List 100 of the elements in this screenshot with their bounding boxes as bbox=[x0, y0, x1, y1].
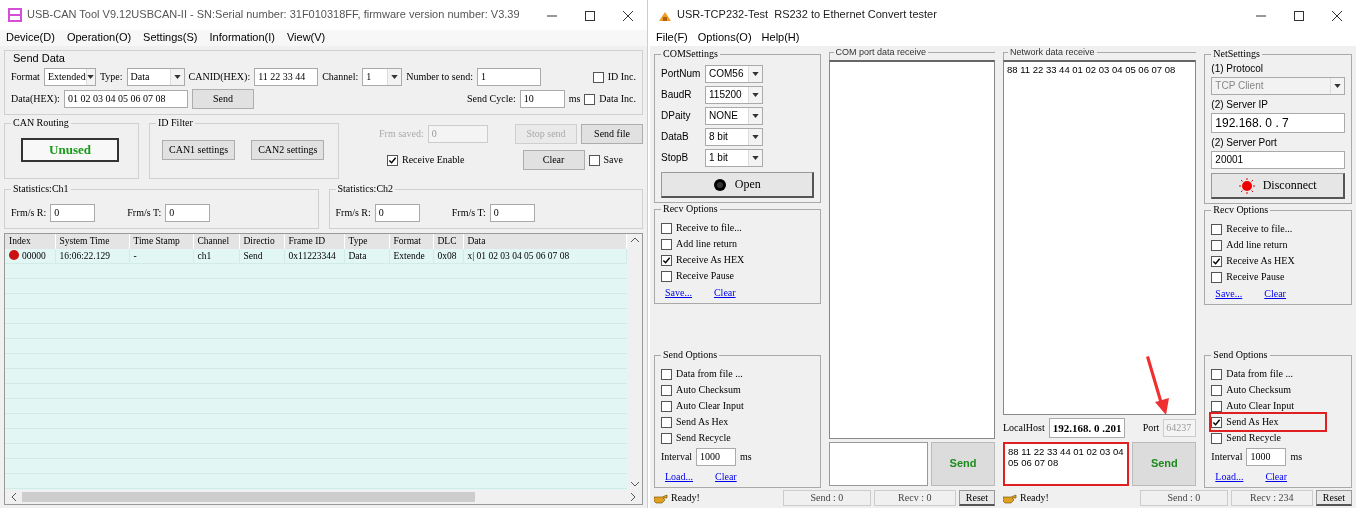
link[interactable]: Clear bbox=[713, 287, 736, 299]
checkbox-label[interactable]: Receive to file... bbox=[676, 222, 742, 234]
checkbox-label[interactable]: Save bbox=[603, 154, 623, 166]
menu-item[interactable]: File(F) bbox=[656, 31, 688, 45]
input-field[interactable]: 1000 bbox=[696, 448, 737, 466]
input-field[interactable]: 0 bbox=[489, 204, 535, 222]
close-icon[interactable] bbox=[1332, 8, 1342, 22]
checkbox-label[interactable]: Auto Clear Input bbox=[676, 400, 744, 412]
button[interactable]: Clear bbox=[522, 150, 585, 170]
checkbox-label[interactable]: Receive As HEX bbox=[676, 254, 745, 266]
link[interactable]: Save... bbox=[1215, 288, 1243, 300]
checkbox[interactable] bbox=[592, 71, 604, 83]
dropdown[interactable]: COM56 bbox=[705, 64, 763, 83]
checkbox[interactable] bbox=[588, 154, 600, 166]
input-field[interactable]: 192.168. 0 .201 bbox=[1048, 418, 1125, 438]
column-header[interactable]: Index bbox=[5, 234, 55, 249]
menu-item[interactable]: Help(H) bbox=[761, 31, 800, 45]
checkbox[interactable] bbox=[661, 416, 672, 428]
column-header[interactable]: Time Stamp bbox=[129, 234, 193, 249]
checkbox[interactable] bbox=[1211, 416, 1223, 428]
menu-item[interactable]: Information(I) bbox=[209, 31, 275, 45]
button[interactable]: CAN1 settings bbox=[162, 140, 236, 160]
column-header[interactable]: Channel bbox=[193, 234, 239, 249]
disconnect-button[interactable]: Disconnect bbox=[1211, 173, 1345, 199]
checkbox-label[interactable]: Data Inc. bbox=[599, 93, 636, 105]
menu-item[interactable]: Device(D) bbox=[6, 31, 55, 45]
send-field[interactable] bbox=[828, 442, 928, 486]
horizontal-scrollbar[interactable] bbox=[5, 490, 642, 504]
input-field[interactable]: 192.168. 0 . 7 bbox=[1211, 113, 1345, 133]
checkbox-label[interactable]: Send Recycle bbox=[676, 432, 731, 444]
checkbox[interactable] bbox=[661, 368, 672, 380]
checkbox[interactable] bbox=[584, 93, 596, 105]
checkbox-label[interactable]: Send As Hex bbox=[676, 416, 729, 428]
menu-item[interactable]: Settings(S) bbox=[143, 31, 198, 45]
scroll-down-icon[interactable] bbox=[630, 482, 639, 487]
checkbox-label[interactable]: Auto Clear Input bbox=[1226, 400, 1295, 412]
checkbox-label[interactable]: Send As Hex bbox=[1226, 416, 1279, 428]
checkbox[interactable] bbox=[387, 154, 398, 166]
checkbox[interactable] bbox=[661, 432, 672, 444]
checkbox[interactable] bbox=[661, 238, 672, 250]
dropdown[interactable]: 8 bit bbox=[705, 127, 763, 146]
checkbox-label[interactable]: Auto Checksum bbox=[676, 384, 741, 396]
maximize-icon[interactable] bbox=[585, 8, 595, 22]
input-field[interactable]: 1000 bbox=[1246, 448, 1287, 466]
dropdown[interactable]: 1 bit bbox=[705, 148, 763, 167]
checkbox[interactable] bbox=[1211, 239, 1223, 251]
checkbox[interactable] bbox=[1211, 271, 1223, 283]
button[interactable]: Send bbox=[191, 89, 254, 109]
checkbox-label[interactable]: Receive Pause bbox=[1226, 271, 1285, 283]
scroll-right-icon[interactable] bbox=[631, 493, 636, 501]
column-header[interactable]: Data bbox=[463, 234, 627, 249]
button[interactable]: Send file bbox=[581, 124, 643, 144]
column-header[interactable]: DLC bbox=[433, 234, 463, 249]
link[interactable]: Load... bbox=[665, 471, 694, 483]
checkbox[interactable] bbox=[1211, 255, 1223, 267]
input-field[interactable]: 11 22 33 44 bbox=[254, 68, 319, 86]
menu-item[interactable]: Operation(O) bbox=[66, 31, 132, 45]
dropdown[interactable]: Extended bbox=[43, 68, 96, 86]
checkbox-label[interactable]: Send Recycle bbox=[1226, 432, 1282, 444]
checkbox[interactable] bbox=[1211, 368, 1223, 380]
scroll-up-icon[interactable] bbox=[630, 237, 639, 242]
dropdown[interactable]: 115200 bbox=[705, 85, 763, 104]
checkbox-label[interactable]: ID Inc. bbox=[607, 71, 636, 83]
column-header[interactable]: System Time bbox=[55, 234, 129, 249]
vertical-scrollbar[interactable] bbox=[627, 234, 642, 490]
column-header[interactable]: Type bbox=[344, 234, 389, 249]
column-header[interactable]: Format bbox=[389, 234, 433, 249]
reset-button[interactable]: Reset bbox=[1315, 490, 1352, 506]
input-field[interactable]: 0 bbox=[50, 204, 96, 222]
checkbox-label[interactable]: Receive Enable bbox=[402, 154, 465, 166]
maximize-icon[interactable] bbox=[1294, 8, 1304, 22]
checkbox[interactable] bbox=[661, 384, 672, 396]
input-field[interactable]: 0 bbox=[165, 204, 211, 222]
column-header[interactable]: Directio bbox=[239, 234, 284, 249]
input-field[interactable]: 10 bbox=[519, 90, 565, 108]
checkbox-label[interactable]: Data from file ... bbox=[1226, 368, 1293, 380]
checkbox-label[interactable]: Receive As HEX bbox=[1226, 255, 1295, 267]
checkbox-label[interactable]: Auto Checksum bbox=[1226, 384, 1292, 396]
checkbox[interactable] bbox=[661, 254, 672, 266]
checkbox[interactable] bbox=[1211, 384, 1223, 396]
receive-area[interactable]: 88 11 22 33 44 01 02 03 04 05 06 07 08 bbox=[1003, 60, 1197, 415]
checkbox[interactable] bbox=[1211, 432, 1223, 444]
dropdown[interactable]: NONE bbox=[705, 106, 763, 125]
checkbox[interactable] bbox=[661, 222, 672, 234]
checkbox-label[interactable]: Receive to file... bbox=[1226, 223, 1293, 235]
menu-item[interactable]: Options(O) bbox=[697, 31, 752, 45]
dropdown[interactable]: 1 bbox=[362, 68, 403, 86]
link[interactable]: Save... bbox=[665, 287, 692, 299]
checkbox[interactable] bbox=[661, 270, 672, 282]
menu-item[interactable]: View(V) bbox=[286, 31, 326, 45]
dropdown[interactable]: Data bbox=[126, 68, 185, 86]
scroll-left-icon[interactable] bbox=[11, 493, 16, 501]
input-field[interactable]: 0 bbox=[374, 204, 420, 222]
reset-button[interactable]: Reset bbox=[958, 490, 995, 506]
input-field[interactable]: 20001 bbox=[1211, 151, 1345, 169]
checkbox[interactable] bbox=[1211, 223, 1223, 235]
input-field[interactable]: 01 02 03 04 05 06 07 08 bbox=[63, 90, 188, 108]
checkbox-label[interactable]: Add line return bbox=[676, 238, 738, 250]
link[interactable]: Clear bbox=[715, 471, 737, 483]
close-icon[interactable] bbox=[623, 8, 633, 22]
